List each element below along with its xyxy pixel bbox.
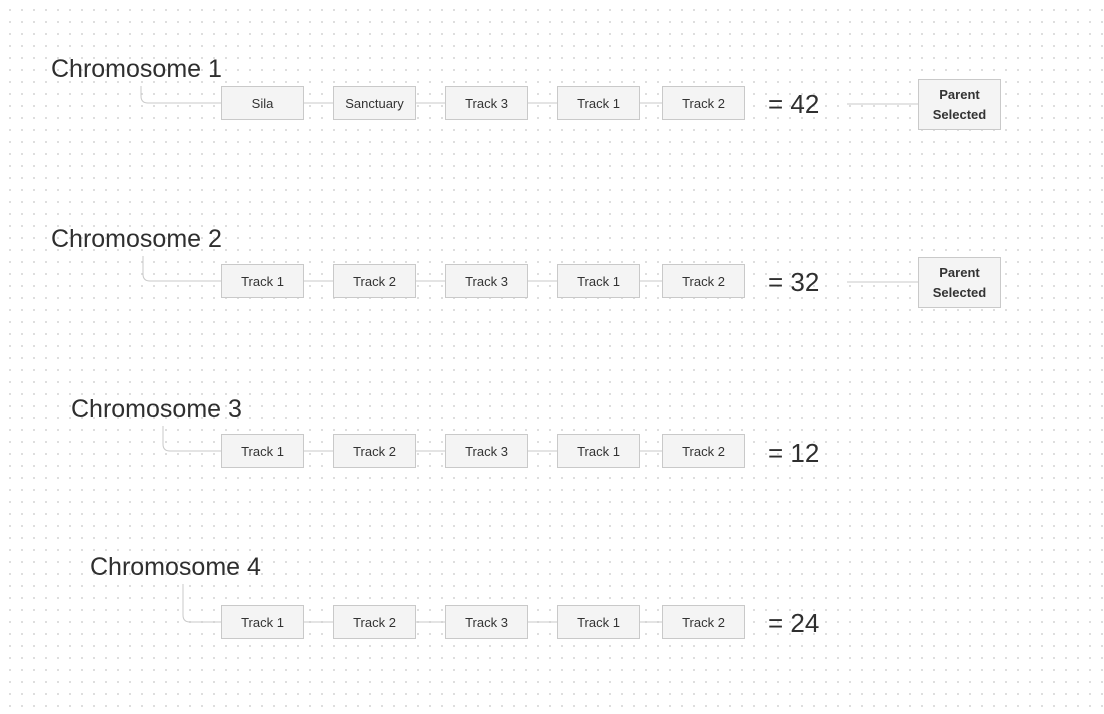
parent-selected-badge[interactable]: Parent Selected: [918, 79, 1001, 130]
track-box[interactable]: Track 1: [221, 264, 304, 298]
track-box[interactable]: Track 1: [557, 264, 640, 298]
track-box[interactable]: Track 2: [662, 86, 745, 120]
track-box[interactable]: Track 1: [557, 605, 640, 639]
chromosome-title: Chromosome 1: [51, 55, 222, 83]
fitness-score: = 24: [768, 608, 820, 638]
track-box[interactable]: Track 1: [557, 86, 640, 120]
track-box[interactable]: Track 1: [221, 605, 304, 639]
chromosome-title: Chromosome 2: [51, 225, 222, 253]
track-box[interactable]: Sila: [221, 86, 304, 120]
chromosome-title: Chromosome 3: [71, 395, 242, 423]
track-box[interactable]: Track 2: [662, 264, 745, 298]
track-box[interactable]: Track 2: [333, 605, 416, 639]
fitness-score: = 12: [768, 438, 820, 468]
track-box[interactable]: Track 2: [662, 434, 745, 468]
parent-selected-badge[interactable]: Parent Selected: [918, 257, 1001, 308]
track-box[interactable]: Track 3: [445, 264, 528, 298]
fitness-score: = 42: [768, 89, 820, 119]
track-box[interactable]: Track 1: [221, 434, 304, 468]
track-box[interactable]: Track 3: [445, 605, 528, 639]
fitness-score: = 32: [768, 267, 820, 297]
track-box[interactable]: Track 1: [557, 434, 640, 468]
track-box[interactable]: Track 2: [662, 605, 745, 639]
track-box[interactable]: Track 2: [333, 264, 416, 298]
track-box[interactable]: Sanctuary: [333, 86, 416, 120]
track-box[interactable]: Track 3: [445, 434, 528, 468]
chromosome-title: Chromosome 4: [90, 553, 261, 581]
track-box[interactable]: Track 3: [445, 86, 528, 120]
track-box[interactable]: Track 2: [333, 434, 416, 468]
